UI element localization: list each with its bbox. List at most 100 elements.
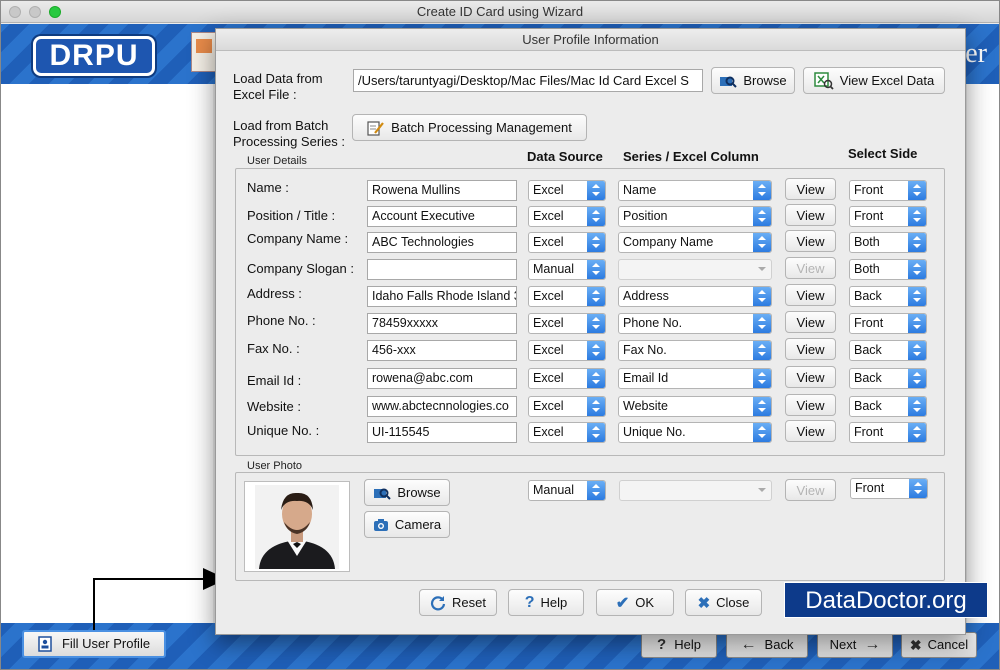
data-source-select[interactable]: Excel	[528, 396, 606, 417]
select-side-select[interactable]: Both	[849, 232, 927, 253]
photo-side-select[interactable]: Front	[850, 478, 928, 499]
wizard-help-button[interactable]: ? Help	[641, 632, 717, 658]
view-button[interactable]: View	[785, 257, 836, 279]
annotation-arrow-line	[93, 578, 95, 630]
photo-data-source-select[interactable]: Manual	[528, 480, 606, 501]
photo-view-button[interactable]: View	[785, 479, 836, 501]
view-button[interactable]: View	[785, 204, 836, 226]
right-panel	[967, 84, 999, 624]
view-button[interactable]: View	[785, 178, 836, 200]
view-button[interactable]: View	[785, 311, 836, 333]
chevron-updown-icon	[587, 481, 605, 500]
left-panel	[1, 84, 213, 624]
photo-browse-button[interactable]: Browse	[364, 479, 450, 506]
data-source-select[interactable]: Excel	[528, 368, 606, 389]
help-icon: ?	[657, 636, 667, 653]
series-column-select[interactable]: Position	[618, 206, 772, 227]
chevron-updown-icon	[909, 479, 927, 498]
batch-processing-button[interactable]: Batch Processing Management	[352, 114, 587, 141]
data-source-select[interactable]: Excel	[528, 340, 606, 361]
field-label: Website :	[247, 399, 301, 414]
cancel-x-icon: ✖	[909, 637, 922, 653]
series-column-select[interactable]: Website	[618, 396, 772, 417]
view-excel-data-button[interactable]: View Excel Data	[803, 67, 945, 94]
data-source-select[interactable]: Excel	[528, 180, 606, 201]
field-value-input[interactable]: 78459xxxxx	[367, 313, 517, 334]
help-button[interactable]: ? Help	[508, 589, 584, 616]
chevron-updown-icon	[587, 181, 605, 200]
data-source-select[interactable]: Excel	[528, 232, 606, 253]
field-value-input[interactable]: rowena@abc.com	[367, 368, 517, 389]
view-button[interactable]: View	[785, 284, 836, 306]
select-side-select[interactable]: Back	[849, 286, 927, 307]
select-side-select[interactable]: Both	[849, 259, 927, 280]
checkmark-icon: ✔	[615, 594, 630, 612]
field-value-input[interactable]: UI-115545	[367, 422, 517, 443]
series-column-select[interactable]: Email Id	[618, 368, 772, 389]
series-column-select[interactable]: Phone No.	[618, 313, 772, 334]
field-value-input[interactable]: Account Executive	[367, 206, 517, 227]
fill-user-profile-button[interactable]: Fill User Profile	[22, 630, 166, 658]
view-button[interactable]: View	[785, 366, 836, 388]
minimize-window-icon[interactable]	[29, 6, 41, 18]
series-column-select[interactable]	[618, 259, 772, 280]
select-side-select[interactable]: Back	[849, 396, 927, 417]
chevron-updown-icon	[908, 233, 926, 252]
chevron-updown-icon	[908, 287, 926, 306]
field-value-input[interactable]: ABC Technologies	[367, 232, 517, 253]
select-side-select[interactable]: Front	[849, 180, 927, 201]
photo-column-select[interactable]	[619, 480, 772, 501]
photo-camera-button[interactable]: Camera	[364, 511, 450, 538]
load-batch-label: Load from Batch Processing Series :	[233, 118, 345, 149]
wizard-next-button[interactable]: Next →	[817, 632, 893, 658]
select-side-select[interactable]: Back	[849, 340, 927, 361]
chevron-updown-icon	[753, 233, 771, 252]
zoom-window-icon[interactable]	[49, 6, 61, 18]
ok-button[interactable]: ✔ OK	[596, 589, 674, 616]
select-side-select[interactable]: Front	[849, 422, 927, 443]
user-profile-icon	[38, 636, 52, 652]
field-label: Position / Title :	[247, 208, 336, 223]
field-value-input[interactable]: Idaho Falls Rhode Island 3	[367, 286, 517, 307]
excel-browse-button[interactable]: Browse	[711, 67, 795, 94]
select-side-select[interactable]: Front	[849, 313, 927, 334]
series-column-select[interactable]: Unique No.	[618, 422, 772, 443]
field-value-input[interactable]: www.abctecnnologies.co	[367, 396, 517, 417]
reset-button[interactable]: Reset	[419, 589, 497, 616]
select-side-select[interactable]: Back	[849, 368, 927, 389]
series-column-select[interactable]: Name	[618, 180, 772, 201]
datadoctor-watermark: DataDoctor.org	[784, 582, 988, 618]
window-title: Create ID Card using Wizard	[416, 4, 584, 19]
data-source-select[interactable]: Excel	[528, 422, 606, 443]
data-source-select[interactable]: Excel	[528, 313, 606, 334]
chevron-updown-icon	[908, 260, 926, 279]
data-source-select[interactable]: Excel	[528, 206, 606, 227]
chevron-updown-icon	[753, 369, 771, 388]
view-button[interactable]: View	[785, 338, 836, 360]
user-details-title: User Details	[244, 155, 310, 167]
series-column-select[interactable]: Company Name	[618, 232, 772, 253]
close-window-icon[interactable]	[9, 6, 21, 18]
chevron-updown-icon	[587, 341, 605, 360]
series-column-select[interactable]: Fax No.	[618, 340, 772, 361]
wizard-back-button[interactable]: ← Back	[726, 632, 808, 658]
series-column-select[interactable]: Address	[618, 286, 772, 307]
close-button[interactable]: ✖ Close	[685, 589, 762, 616]
chevron-updown-icon	[587, 287, 605, 306]
close-x-icon: ✖	[697, 594, 711, 612]
select-side-header: Select Side	[848, 146, 918, 161]
data-source-select[interactable]: Manual	[528, 259, 606, 280]
field-label: Email Id :	[247, 373, 302, 388]
field-value-input[interactable]: 456-xxx	[367, 340, 517, 361]
view-button[interactable]: View	[785, 230, 836, 252]
field-value-input[interactable]: Rowena Mullins	[367, 180, 517, 201]
excel-path-field[interactable]: /Users/taruntyagi/Desktop/Mac Files/Mac …	[353, 69, 703, 92]
field-label: Address :	[247, 286, 302, 301]
wizard-cancel-button[interactable]: ✖ Cancel	[901, 632, 977, 658]
select-side-select[interactable]: Front	[849, 206, 927, 227]
data-source-select[interactable]: Excel	[528, 286, 606, 307]
field-value-input[interactable]	[367, 259, 517, 280]
view-button[interactable]: View	[785, 394, 836, 416]
chevron-updown-icon	[753, 397, 771, 416]
view-button[interactable]: View	[785, 420, 836, 442]
